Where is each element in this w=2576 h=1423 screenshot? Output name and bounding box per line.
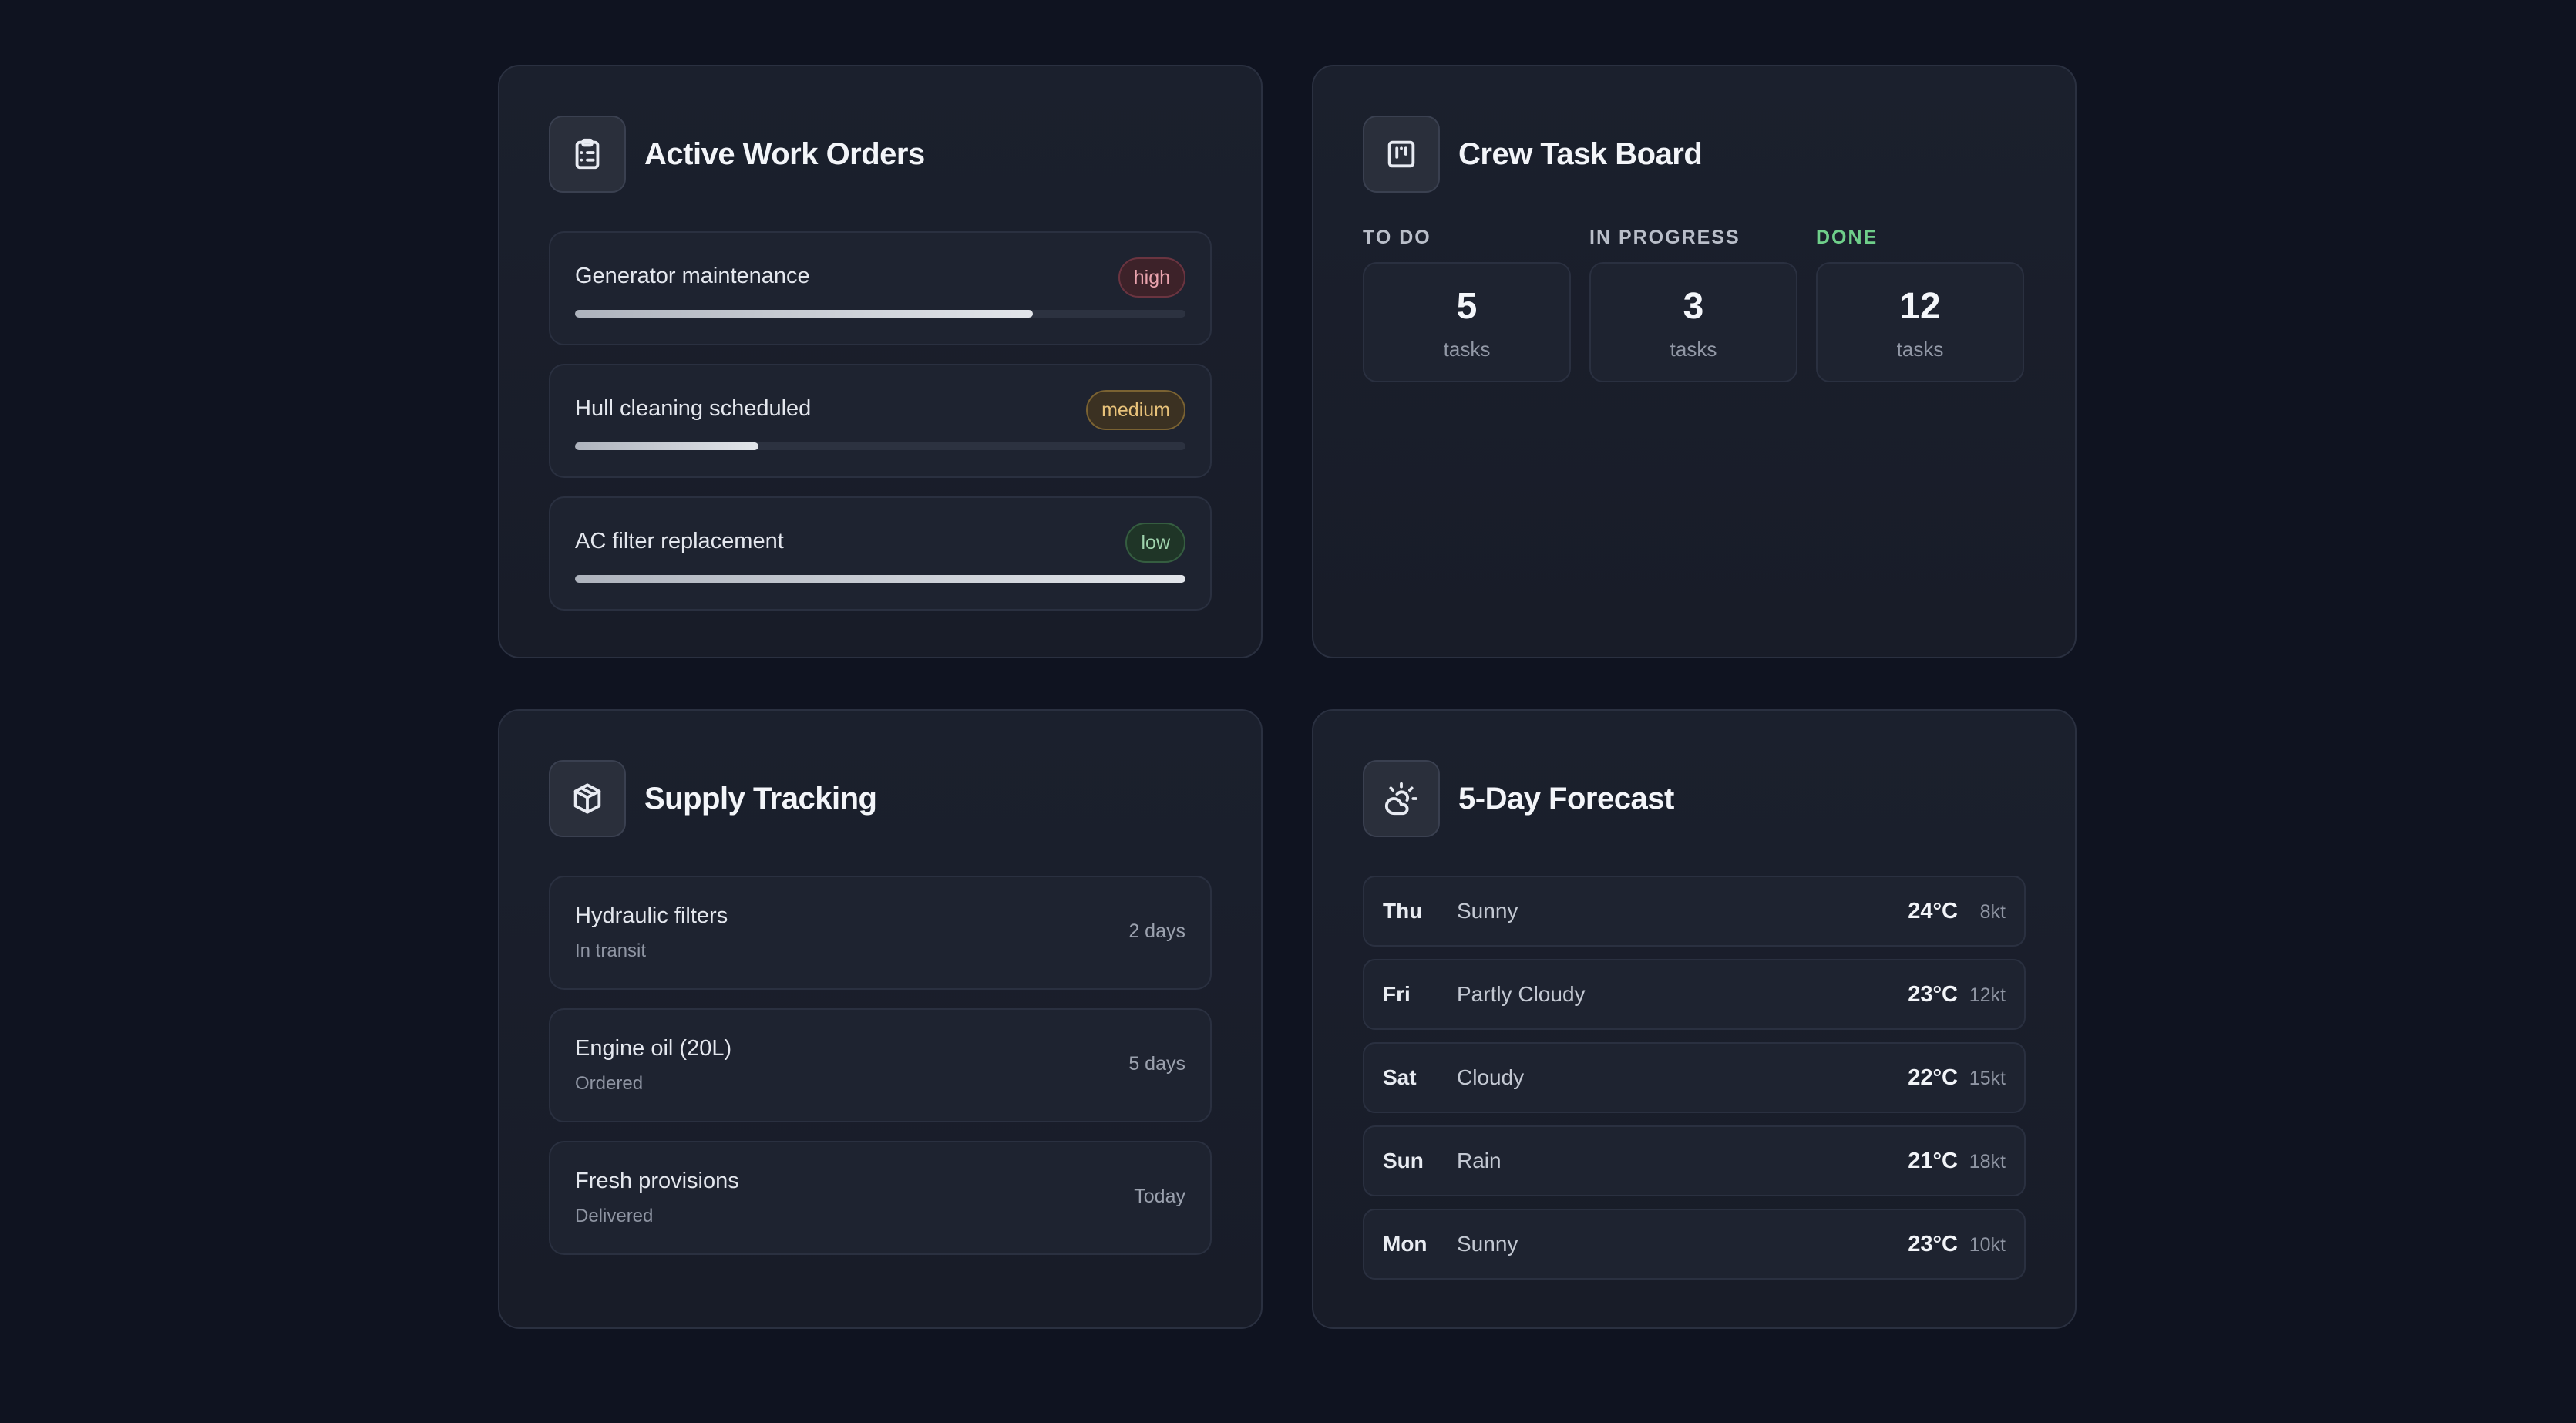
work-orders-header: Active Work Orders	[549, 116, 1212, 193]
supply-list: Hydraulic filters In transit 2 days Engi…	[549, 876, 1212, 1255]
work-orders-list: Generator maintenance high Hull cleaning…	[549, 231, 1212, 611]
task-count-box[interactable]: 12 tasks	[1816, 262, 2024, 382]
task-column-in-progress[interactable]: IN PROGRESS 3 tasks	[1589, 227, 1797, 382]
forecast-temp: 24°C	[1908, 899, 1958, 923]
forecast-header: 5-Day Forecast	[1363, 760, 2026, 837]
forecast-day: Fri	[1383, 982, 1411, 1006]
progress-fill	[575, 442, 758, 450]
cloud-sun-icon	[1363, 760, 1440, 837]
supply-item[interactable]: Hydraulic filters In transit 2 days	[549, 876, 1212, 990]
progress-bar	[575, 310, 1185, 318]
task-unit: tasks	[1670, 338, 1717, 361]
forecast-wind: 15kt	[1969, 1068, 2006, 1089]
work-orders-card: Active Work Orders Generator maintenance…	[498, 65, 1263, 658]
supply-eta: 5 days	[1128, 1053, 1185, 1075]
forecast-temp: 22°C	[1908, 1065, 1958, 1090]
progress-fill	[575, 310, 1033, 318]
work-order-item[interactable]: Generator maintenance high	[549, 231, 1212, 345]
work-order-item[interactable]: Hull cleaning scheduled medium	[549, 364, 1212, 478]
task-columns: TO DO 5 tasks IN PROGRESS 3 tasks DONE 1…	[1363, 227, 2026, 382]
forecast-day: Sat	[1383, 1065, 1417, 1089]
task-count: 3	[1683, 286, 1704, 327]
forecast-row[interactable]: Fri Partly Cloudy 23°C 12kt	[1363, 959, 2026, 1030]
forecast-row[interactable]: Thu Sunny 24°C 8kt	[1363, 876, 2026, 947]
forecast-temp: 21°C	[1908, 1149, 1958, 1173]
column-label: DONE	[1816, 227, 1878, 248]
forecast-wind: 18kt	[1969, 1151, 2006, 1172]
task-count: 5	[1456, 286, 1478, 327]
task-board-header: Crew Task Board	[1363, 116, 2026, 193]
forecast-temp: 23°C	[1908, 1232, 1958, 1256]
forecast-row[interactable]: Mon Sunny 23°C 10kt	[1363, 1209, 2026, 1280]
task-count: 12	[1899, 286, 1941, 327]
forecast-wind: 12kt	[1969, 984, 2006, 1006]
card-title: Crew Task Board	[1458, 136, 1703, 171]
forecast-row[interactable]: Sat Cloudy 22°C 15kt	[1363, 1042, 2026, 1113]
forecast-condition: Sunny	[1457, 899, 1518, 923]
work-order-item[interactable]: AC filter replacement low	[549, 496, 1212, 611]
supply-name: Hydraulic filters	[575, 903, 728, 928]
supply-header: Supply Tracking	[549, 760, 1212, 837]
supply-status: Ordered	[575, 1073, 644, 1094]
card-title: Supply Tracking	[644, 781, 877, 816]
supply-eta: 2 days	[1128, 920, 1185, 942]
supply-status: In transit	[575, 940, 647, 961]
card-title: Active Work Orders	[644, 136, 925, 171]
priority-badge: low	[1125, 523, 1185, 563]
forecast-condition: Rain	[1457, 1149, 1502, 1172]
forecast-list: Thu Sunny 24°C 8kt Fri Partly Cloudy 23°…	[1363, 876, 2026, 1280]
priority-badge: high	[1118, 257, 1185, 298]
kanban-icon	[1363, 116, 1440, 193]
forecast-condition: Sunny	[1457, 1232, 1518, 1256]
task-unit: tasks	[1443, 338, 1491, 361]
package-icon	[549, 760, 626, 837]
forecast-condition: Cloudy	[1457, 1065, 1525, 1089]
work-order-name: Hull cleaning scheduled	[575, 396, 812, 421]
clipboard-list-icon	[549, 116, 626, 193]
forecast-row[interactable]: Sun Rain 21°C 18kt	[1363, 1125, 2026, 1196]
forecast-wind: 10kt	[1969, 1234, 2006, 1256]
task-unit: tasks	[1896, 338, 1944, 361]
column-label: IN PROGRESS	[1589, 227, 1740, 248]
progress-bar	[575, 575, 1185, 583]
supply-item[interactable]: Engine oil (20L) Ordered 5 days	[549, 1008, 1212, 1122]
supply-card: Supply Tracking Hydraulic filters In tra…	[498, 709, 1263, 1329]
priority-badge: medium	[1086, 390, 1185, 430]
supply-eta: Today	[1134, 1186, 1185, 1207]
forecast-card: 5-Day Forecast Thu Sunny 24°C 8kt Fri Pa…	[1312, 709, 2077, 1329]
task-column-todo[interactable]: TO DO 5 tasks	[1363, 227, 1571, 382]
forecast-condition: Partly Cloudy	[1457, 982, 1586, 1006]
dashboard-grid: Active Work Orders Generator maintenance…	[498, 65, 2077, 1329]
card-title: 5-Day Forecast	[1458, 781, 1674, 816]
forecast-day: Thu	[1383, 899, 1423, 923]
progress-fill	[575, 575, 1185, 583]
forecast-day: Mon	[1383, 1232, 1428, 1256]
supply-name: Engine oil (20L)	[575, 1036, 732, 1061]
task-column-done[interactable]: DONE 12 tasks	[1816, 227, 2024, 382]
progress-bar	[575, 442, 1185, 450]
task-count-box[interactable]: 3 tasks	[1589, 262, 1797, 382]
supply-name: Fresh provisions	[575, 1169, 739, 1193]
work-order-name: Generator maintenance	[575, 264, 810, 288]
supply-item[interactable]: Fresh provisions Delivered Today	[549, 1141, 1212, 1255]
column-label: TO DO	[1363, 227, 1431, 248]
work-order-name: AC filter replacement	[575, 529, 784, 553]
forecast-temp: 23°C	[1908, 982, 1958, 1007]
task-count-box[interactable]: 5 tasks	[1363, 262, 1571, 382]
supply-status: Delivered	[575, 1206, 654, 1226]
task-board-card: Crew Task Board TO DO 5 tasks IN PROGRES…	[1312, 65, 2077, 658]
forecast-wind: 8kt	[1979, 901, 2006, 923]
forecast-day: Sun	[1383, 1149, 1424, 1172]
